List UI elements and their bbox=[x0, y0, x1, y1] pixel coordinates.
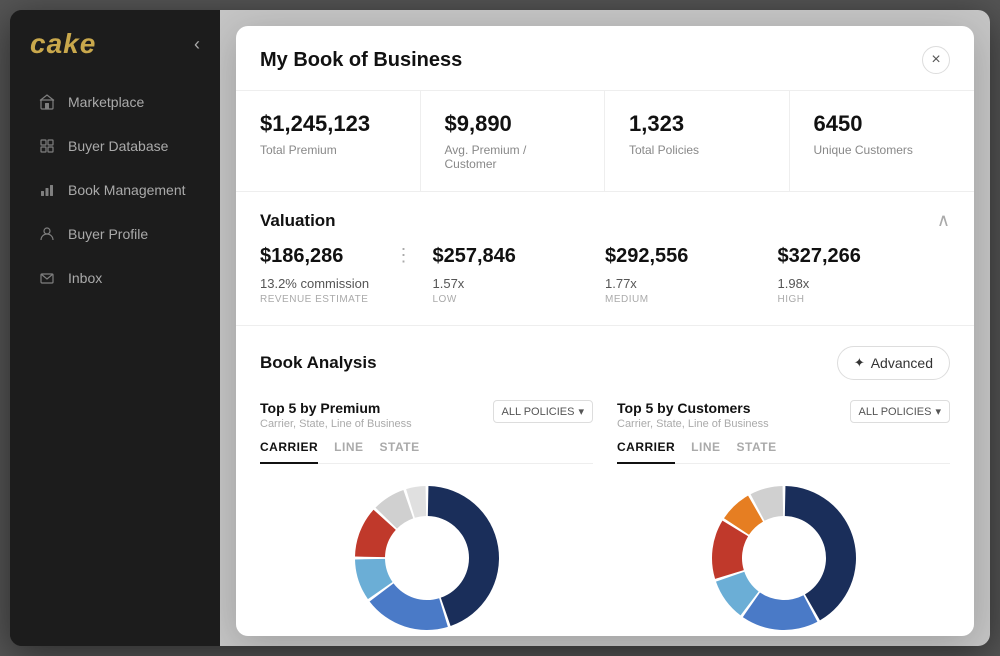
val-amount-4: $327,266 bbox=[778, 245, 935, 268]
chart-info-premium: Top 5 by Premium Carrier, State, Line of… bbox=[260, 400, 412, 430]
book-analysis-header: Book Analysis ✦ Advanced bbox=[260, 346, 950, 380]
stat-card-total-premium: $1,245,123 Total Premium bbox=[236, 91, 421, 191]
stat-card-total-policies: 1,323 Total Policies bbox=[605, 91, 790, 191]
valuation-collapse-icon: ∧ bbox=[937, 210, 950, 231]
chart-filter-premium[interactable]: ALL POLICIES ▾ bbox=[493, 400, 594, 423]
chart-tab-state-customers[interactable]: STATE bbox=[737, 440, 777, 463]
modal-header: My Book of Business × bbox=[236, 26, 974, 90]
chart-panel-customers: Top 5 by Customers Carrier, State, Line … bbox=[617, 400, 950, 636]
total-premium-label: Total Premium bbox=[260, 143, 396, 157]
total-premium-value: $1,245,123 bbox=[260, 111, 396, 137]
advanced-button[interactable]: ✦ Advanced bbox=[837, 346, 950, 380]
main-content: My Book of Business × $1,245,123 Total P… bbox=[220, 10, 990, 646]
building-icon bbox=[38, 93, 56, 111]
modal-title: My Book of Business bbox=[260, 49, 462, 72]
sidebar-collapse-button[interactable]: ‹ bbox=[194, 34, 200, 55]
chart-info-customers: Top 5 by Customers Carrier, State, Line … bbox=[617, 400, 769, 430]
val-multiplier-4: 1.98x bbox=[778, 276, 935, 291]
sidebar-item-marketplace-label: Marketplace bbox=[68, 94, 144, 110]
val-commission-label: REVENUE ESTIMATE bbox=[260, 294, 417, 305]
modal: My Book of Business × $1,245,123 Total P… bbox=[236, 26, 974, 636]
valuation-header[interactable]: Valuation ∧ bbox=[236, 192, 974, 245]
unique-customers-label: Unique Customers bbox=[814, 143, 951, 157]
sidebar-item-book-management-label: Book Management bbox=[68, 182, 186, 198]
sidebar: cake ‹ Marketplace bbox=[10, 10, 220, 646]
sidebar-item-inbox-label: Inbox bbox=[68, 270, 102, 286]
modal-close-button[interactable]: × bbox=[922, 46, 950, 74]
sidebar-nav: Marketplace Buyer Database bbox=[10, 72, 220, 308]
stat-card-unique-customers: 6450 Unique Customers bbox=[790, 91, 975, 191]
valuation-card-medium: $292,556 1.77x MEDIUM bbox=[605, 245, 778, 305]
chart-title-premium: Top 5 by Premium bbox=[260, 400, 412, 416]
val-more-button[interactable]: ⋮ bbox=[395, 245, 413, 266]
val-sublabel-3: MEDIUM bbox=[605, 294, 762, 305]
grid-icon bbox=[38, 137, 56, 155]
val-amount-1: $186,286 bbox=[260, 245, 417, 268]
advanced-icon: ✦ bbox=[854, 355, 865, 371]
chart-tab-state-premium[interactable]: STATE bbox=[380, 440, 420, 463]
mail-icon bbox=[38, 269, 56, 287]
app-frame: cake ‹ Marketplace bbox=[10, 10, 990, 646]
val-multiplier-2: 1.57x bbox=[433, 276, 590, 291]
chart-tab-line-customers[interactable]: LINE bbox=[691, 440, 720, 463]
chart-title-customers: Top 5 by Customers bbox=[617, 400, 769, 416]
chart-top-customers: Top 5 by Customers Carrier, State, Line … bbox=[617, 400, 950, 430]
chart-filter-label-premium: ALL POLICIES bbox=[502, 406, 575, 418]
total-policies-value: 1,323 bbox=[629, 111, 765, 137]
valuation-section: Valuation ∧ $186,286 ⋮ 13.2% commission … bbox=[236, 192, 974, 326]
chevron-down-icon-customers: ▾ bbox=[935, 405, 941, 418]
val-amount-3: $292,556 bbox=[605, 245, 762, 268]
app-logo: cake bbox=[30, 28, 96, 60]
chart-icon bbox=[38, 181, 56, 199]
donut-container-customers bbox=[617, 478, 950, 636]
valuation-title: Valuation bbox=[260, 211, 336, 231]
chart-top-premium: Top 5 by Premium Carrier, State, Line of… bbox=[260, 400, 593, 430]
val-amount-2: $257,846 bbox=[433, 245, 590, 268]
chart-subtitle-customers: Carrier, State, Line of Business bbox=[617, 418, 769, 430]
advanced-label: Advanced bbox=[871, 355, 933, 371]
val-commission: 13.2% commission bbox=[260, 276, 417, 291]
stats-row: $1,245,123 Total Premium $9,890 Avg. Pre… bbox=[236, 90, 974, 192]
val-sublabel-2: LOW bbox=[433, 294, 590, 305]
valuation-card-low: $257,846 1.57x LOW bbox=[433, 245, 606, 305]
avg-premium-label: Avg. Premium / Customer bbox=[445, 143, 581, 171]
valuation-cards: $186,286 ⋮ 13.2% commission REVENUE ESTI… bbox=[236, 245, 974, 325]
user-icon bbox=[38, 225, 56, 243]
sidebar-logo-area: cake ‹ bbox=[10, 10, 220, 72]
valuation-card-revenue: $186,286 ⋮ 13.2% commission REVENUE ESTI… bbox=[260, 245, 433, 305]
donut-chart-premium bbox=[337, 478, 517, 636]
chart-subtitle-premium: Carrier, State, Line of Business bbox=[260, 418, 412, 430]
chart-tab-carrier-premium[interactable]: CARRIER bbox=[260, 440, 318, 464]
valuation-card-high: $327,266 1.98x HIGH bbox=[778, 245, 951, 305]
sidebar-item-buyer-profile[interactable]: Buyer Profile bbox=[18, 214, 212, 254]
chart-filter-label-customers: ALL POLICIES bbox=[859, 406, 932, 418]
charts-row: Top 5 by Premium Carrier, State, Line of… bbox=[260, 400, 950, 636]
val-multiplier-3: 1.77x bbox=[605, 276, 762, 291]
avg-premium-value: $9,890 bbox=[445, 111, 581, 137]
sidebar-item-inbox[interactable]: Inbox bbox=[18, 258, 212, 298]
val-sublabel-4: HIGH bbox=[778, 294, 935, 305]
donut-chart-customers bbox=[694, 478, 874, 636]
sidebar-item-buyer-database[interactable]: Buyer Database bbox=[18, 126, 212, 166]
chart-tabs-customers: CARRIER LINE STATE bbox=[617, 440, 950, 464]
sidebar-item-book-management[interactable]: Book Management bbox=[18, 170, 212, 210]
sidebar-item-buyer-database-label: Buyer Database bbox=[68, 138, 168, 154]
unique-customers-value: 6450 bbox=[814, 111, 951, 137]
stat-card-avg-premium: $9,890 Avg. Premium / Customer bbox=[421, 91, 606, 191]
total-policies-label: Total Policies bbox=[629, 143, 765, 157]
chevron-down-icon-premium: ▾ bbox=[578, 405, 584, 418]
book-analysis-section: Book Analysis ✦ Advanced Top 5 by Premiu… bbox=[236, 326, 974, 636]
sidebar-item-buyer-profile-label: Buyer Profile bbox=[68, 226, 148, 242]
chart-filter-customers[interactable]: ALL POLICIES ▾ bbox=[850, 400, 951, 423]
chart-tabs-premium: CARRIER LINE STATE bbox=[260, 440, 593, 464]
modal-overlay: My Book of Business × $1,245,123 Total P… bbox=[220, 10, 990, 646]
chart-tab-carrier-customers[interactable]: CARRIER bbox=[617, 440, 675, 464]
chart-tab-line-premium[interactable]: LINE bbox=[334, 440, 363, 463]
book-analysis-title: Book Analysis bbox=[260, 353, 377, 373]
sidebar-item-marketplace[interactable]: Marketplace bbox=[18, 82, 212, 122]
donut-container-premium bbox=[260, 478, 593, 636]
chart-panel-premium: Top 5 by Premium Carrier, State, Line of… bbox=[260, 400, 593, 636]
